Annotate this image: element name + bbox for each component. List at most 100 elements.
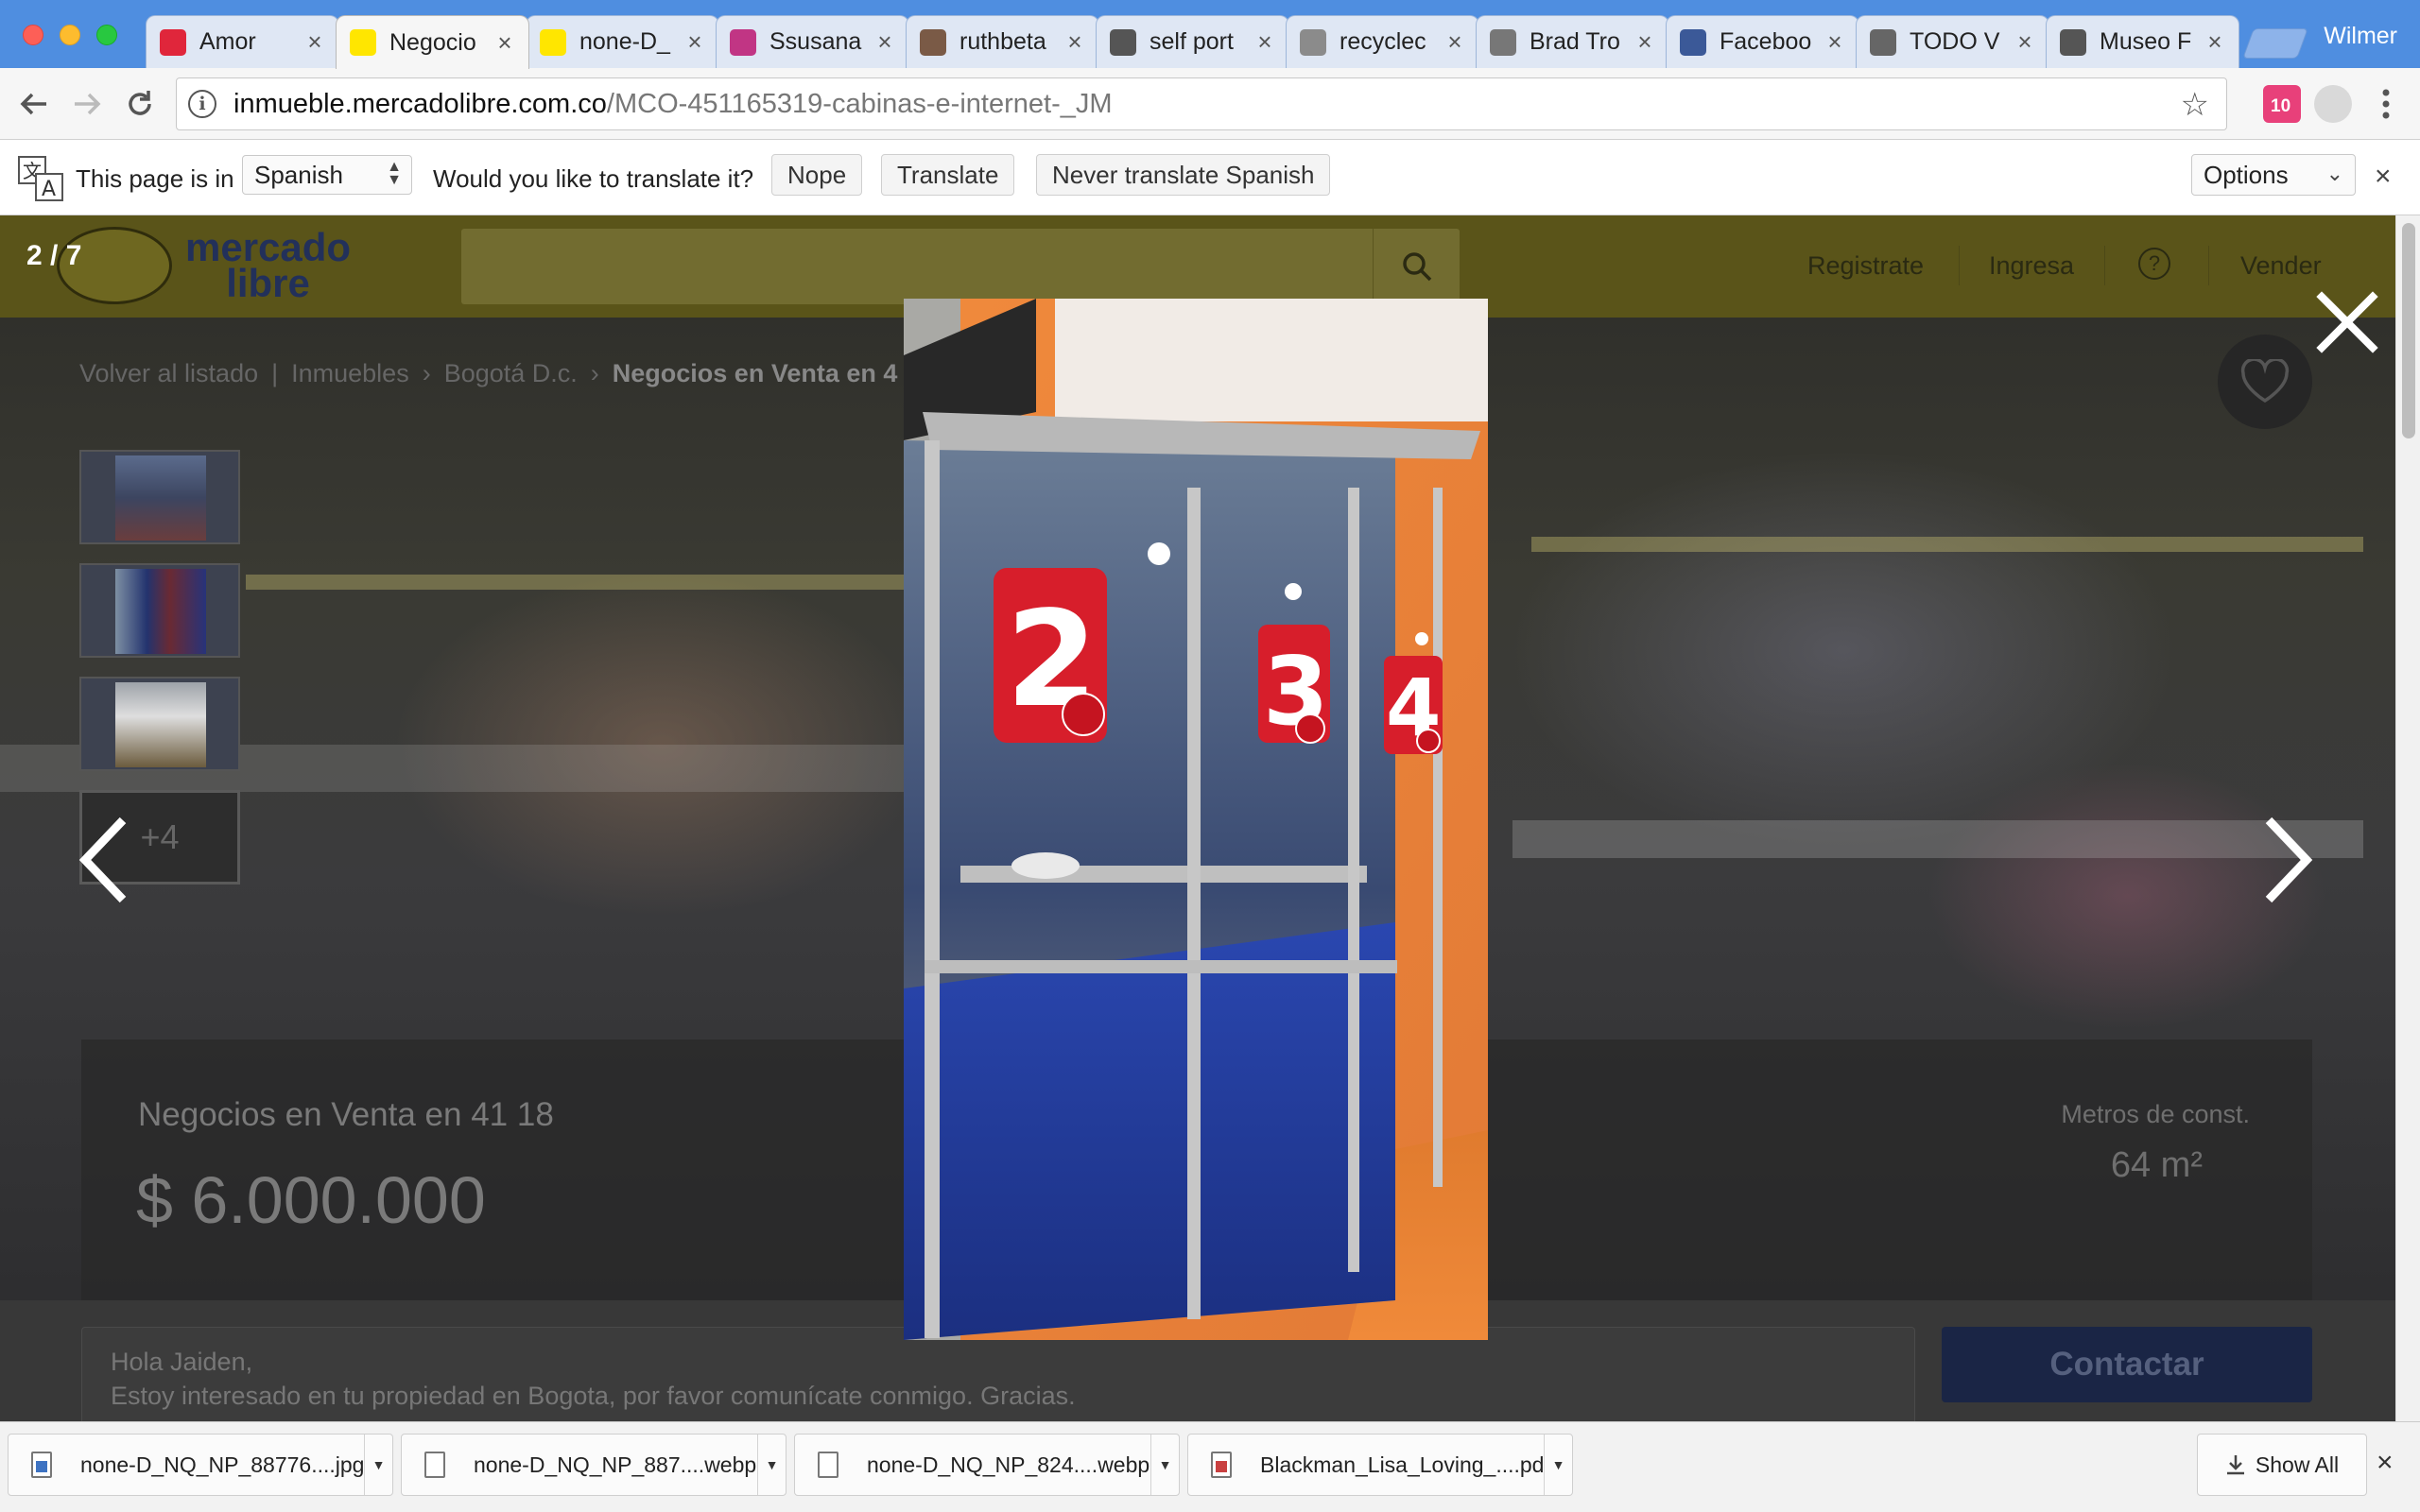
translate-options-select[interactable]: Options ⌄ bbox=[2191, 154, 2356, 196]
contact-button[interactable]: Contactar bbox=[1942, 1327, 2312, 1402]
gallery-thumbnail[interactable] bbox=[79, 677, 240, 771]
nope-button[interactable]: Nope bbox=[771, 154, 863, 196]
close-tab-icon[interactable]: × bbox=[1444, 27, 1465, 57]
forward-button[interactable] bbox=[62, 79, 112, 129]
download-menu-caret-icon[interactable]: ▼ bbox=[757, 1435, 786, 1495]
heart-icon bbox=[160, 28, 186, 56]
site-search-input[interactable] bbox=[461, 229, 1460, 304]
download-item[interactable]: none-D_NQ_NP_824....webp ▼ bbox=[794, 1434, 1180, 1496]
close-downloads-shelf-icon[interactable]: × bbox=[2377, 1447, 2394, 1479]
close-tab-icon[interactable]: × bbox=[2204, 27, 2225, 57]
browser-tab[interactable]: recyclec × bbox=[1286, 15, 1479, 68]
close-tab-icon[interactable]: × bbox=[1634, 27, 1655, 57]
show-all-label: Show All bbox=[2255, 1452, 2340, 1477]
download-menu-caret-icon[interactable]: ▼ bbox=[364, 1435, 392, 1495]
source-language-select[interactable]: Spanish ▲ ▼ bbox=[242, 155, 412, 195]
next-photo-arrow-icon[interactable] bbox=[2259, 815, 2316, 905]
profile-name[interactable]: Wilmer bbox=[2324, 23, 2397, 50]
download-item[interactable]: Blackman_Lisa_Loving_....pdf ▼ bbox=[1187, 1434, 1573, 1496]
downloads-shelf: none-D_NQ_NP_88776....jpg ▼ none-D_NQ_NP_8… bbox=[0, 1421, 2420, 1512]
translate-button[interactable]: Translate bbox=[881, 154, 1015, 196]
extension-gray-icon[interactable] bbox=[2314, 85, 2352, 123]
gallery-thumbnail[interactable] bbox=[79, 563, 240, 658]
download-item[interactable]: none-D_NQ_NP_88776....jpg ▼ bbox=[8, 1434, 393, 1496]
login-link[interactable]: Ingresa bbox=[1989, 251, 2074, 281]
browser-tab[interactable]: none-D_ × bbox=[526, 15, 719, 68]
window-close-button[interactable] bbox=[23, 25, 43, 45]
mercadolibre-icon bbox=[350, 29, 376, 56]
page-viewport: mercado libre Registrate Ingresa ? Vende… bbox=[0, 215, 2395, 1421]
help-icon[interactable]: ? bbox=[2138, 248, 2170, 280]
close-tab-icon[interactable]: × bbox=[874, 27, 895, 57]
breadcrumb-separator: | bbox=[271, 359, 279, 387]
bookmark-star-icon[interactable]: ☆ bbox=[2181, 86, 2209, 124]
window-zoom-button[interactable] bbox=[96, 25, 117, 45]
site-search-button[interactable] bbox=[1373, 229, 1460, 304]
image-file-icon bbox=[31, 1452, 52, 1478]
browser-tab[interactable]: ruthbeta × bbox=[906, 15, 1099, 68]
search-icon bbox=[1402, 252, 1431, 282]
facebook-icon bbox=[1680, 28, 1706, 56]
address-bar[interactable]: i inmueble.mercadolibre.com.co/MCO-45116… bbox=[176, 77, 2227, 130]
download-menu-caret-icon[interactable]: ▼ bbox=[1150, 1435, 1179, 1495]
download-menu-caret-icon[interactable]: ▼ bbox=[1544, 1435, 1572, 1495]
site-info-icon[interactable]: i bbox=[188, 90, 216, 118]
svg-text:A: A bbox=[42, 178, 56, 201]
favorite-button[interactable] bbox=[2218, 335, 2312, 429]
thumbnail-image bbox=[115, 455, 206, 541]
back-to-listing-link[interactable]: Volver al listado bbox=[79, 359, 258, 388]
thumbnail-image bbox=[115, 569, 206, 654]
register-link[interactable]: Registrate bbox=[1807, 251, 1924, 281]
browser-menu-icon[interactable] bbox=[2375, 85, 2397, 123]
close-tab-icon[interactable]: × bbox=[1824, 27, 1845, 57]
browser-tab[interactable]: Ssusana × bbox=[716, 15, 909, 68]
breadcrumb-item[interactable]: Bogotá D.c. bbox=[444, 359, 578, 388]
extension-badge: 10 bbox=[2271, 96, 2291, 116]
show-all-downloads-button[interactable]: Show All bbox=[2197, 1434, 2367, 1496]
select-arrows-icon: ▲ ▼ bbox=[387, 159, 402, 188]
window-minimize-button[interactable] bbox=[60, 25, 80, 45]
browser-tab[interactable]: Negocio × bbox=[336, 15, 529, 69]
document-icon bbox=[1490, 28, 1516, 56]
background-shelf bbox=[246, 575, 908, 590]
back-button[interactable] bbox=[9, 79, 59, 129]
close-tab-icon[interactable]: × bbox=[1254, 27, 1275, 57]
back-arrow-icon bbox=[20, 93, 46, 115]
browser-toolbar: i inmueble.mercadolibre.com.co/MCO-45116… bbox=[0, 68, 2420, 140]
browser-tab[interactable]: Amor × bbox=[146, 15, 339, 68]
thumbnail-image bbox=[115, 682, 206, 767]
browser-tab[interactable]: Museo F × bbox=[2046, 15, 2239, 68]
translate-options-label: Options bbox=[2204, 160, 2289, 189]
gallery-thumbnail[interactable] bbox=[79, 450, 240, 544]
browser-tab[interactable]: Faceboo × bbox=[1666, 15, 1859, 68]
reload-button[interactable] bbox=[115, 79, 164, 129]
scrollbar-thumb[interactable] bbox=[2402, 223, 2415, 438]
translate-page-is-in-text: This page is in bbox=[76, 164, 234, 193]
previous-photo-arrow-icon[interactable] bbox=[76, 815, 132, 905]
area-label: Metros de const. bbox=[2061, 1100, 2250, 1128]
translate-infobar: 文 A This page is in Spanish ▲ ▼ Would you… bbox=[0, 140, 2420, 215]
sell-link[interactable]: Vender bbox=[2240, 251, 2322, 281]
close-lightbox-icon[interactable] bbox=[2314, 289, 2380, 355]
download-item[interactable]: none-D_NQ_NP_887....webp ▼ bbox=[401, 1434, 786, 1496]
browser-tab[interactable]: self port × bbox=[1096, 15, 1289, 68]
browser-tab[interactable]: Brad Tro × bbox=[1476, 15, 1669, 68]
close-tab-icon[interactable]: × bbox=[494, 28, 515, 58]
mercadolibre-logo[interactable]: mercado libre bbox=[57, 227, 351, 304]
never-translate-button[interactable]: Never translate Spanish bbox=[1036, 154, 1331, 196]
page-scrollbar[interactable] bbox=[2395, 215, 2420, 1421]
breadcrumb-item[interactable]: Inmuebles bbox=[291, 359, 409, 388]
close-tab-icon[interactable]: × bbox=[1064, 27, 1085, 57]
close-tab-icon[interactable]: × bbox=[2014, 27, 2035, 57]
close-translate-bar-icon[interactable]: × bbox=[2375, 161, 2392, 193]
browser-tab[interactable]: TODO V × bbox=[1856, 15, 2049, 68]
tab-title: Faceboo bbox=[1720, 28, 1812, 55]
contact-message-textarea[interactable]: Hola Jaiden, Estoy interesado en tu prop… bbox=[81, 1327, 1915, 1421]
close-tab-icon[interactable]: × bbox=[304, 27, 325, 57]
extension-calendar-icon[interactable]: 10 bbox=[2263, 85, 2301, 123]
breadcrumb: Volver al listado | Inmuebles › Bogotá D… bbox=[79, 359, 897, 388]
close-tab-icon[interactable]: × bbox=[684, 27, 705, 57]
message-line: Estoy interesado en tu propiedad en Bogo… bbox=[111, 1382, 1076, 1410]
tab-title: Ssusana bbox=[769, 28, 862, 55]
new-tab-button[interactable] bbox=[2242, 28, 2308, 59]
